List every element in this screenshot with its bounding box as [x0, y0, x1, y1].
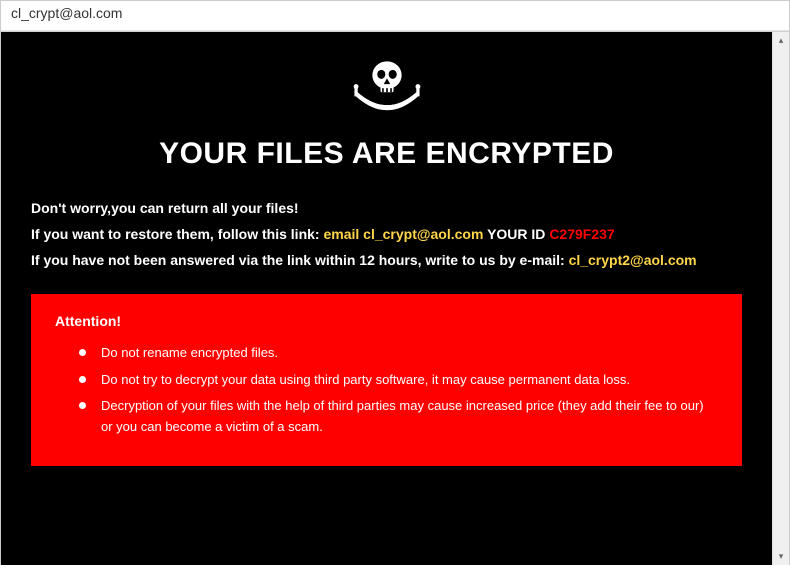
instr3-text: If you have not been answered via the li… — [31, 252, 569, 268]
attention-list: Do not rename encrypted files. Do not tr… — [55, 343, 718, 438]
email-prefix: email — [323, 226, 363, 242]
your-id-value: C279F237 — [549, 226, 614, 242]
instruction-line-3: If you have not been answered via the li… — [31, 249, 742, 273]
scroll-up-button[interactable]: ▴ — [773, 32, 789, 49]
instructions-block: Don't worry,you can return all your file… — [31, 197, 742, 272]
attention-item: Do not try to decrypt your data using th… — [79, 370, 718, 391]
window-title: cl_crypt@aol.com — [11, 5, 122, 21]
instr2-text: If you want to restore them, follow this… — [31, 226, 323, 242]
ransom-note-content: YOUR FILES ARE ENCRYPTED Don't worry,you… — [1, 32, 772, 565]
chevron-down-icon: ▾ — [779, 551, 784, 562]
contact-email-1: cl_crypt@aol.com — [363, 226, 483, 242]
your-id-label: YOUR ID — [483, 226, 549, 242]
instruction-line-1: Don't worry,you can return all your file… — [31, 197, 742, 221]
window-titlebar: cl_crypt@aol.com — [1, 1, 789, 31]
headline: YOUR FILES ARE ENCRYPTED — [31, 137, 742, 171]
attention-item: Decryption of your files with the help o… — [79, 396, 718, 438]
vertical-scrollbar[interactable]: ▴ ▾ — [772, 32, 789, 565]
scrollbar-track[interactable] — [773, 49, 789, 548]
attention-box: Attention! Do not rename encrypted files… — [31, 294, 742, 466]
chevron-up-icon: ▴ — [779, 35, 784, 46]
attention-title: Attention! — [55, 310, 718, 332]
window-frame: YOUR FILES ARE ENCRYPTED Don't worry,you… — [1, 31, 789, 565]
skull-crossed-swords-icon — [31, 54, 742, 129]
instruction-line-2: If you want to restore them, follow this… — [31, 223, 742, 247]
scroll-down-button[interactable]: ▾ — [773, 548, 789, 565]
attention-item: Do not rename encrypted files. — [79, 343, 718, 364]
contact-email-2: cl_crypt2@aol.com — [569, 252, 697, 268]
